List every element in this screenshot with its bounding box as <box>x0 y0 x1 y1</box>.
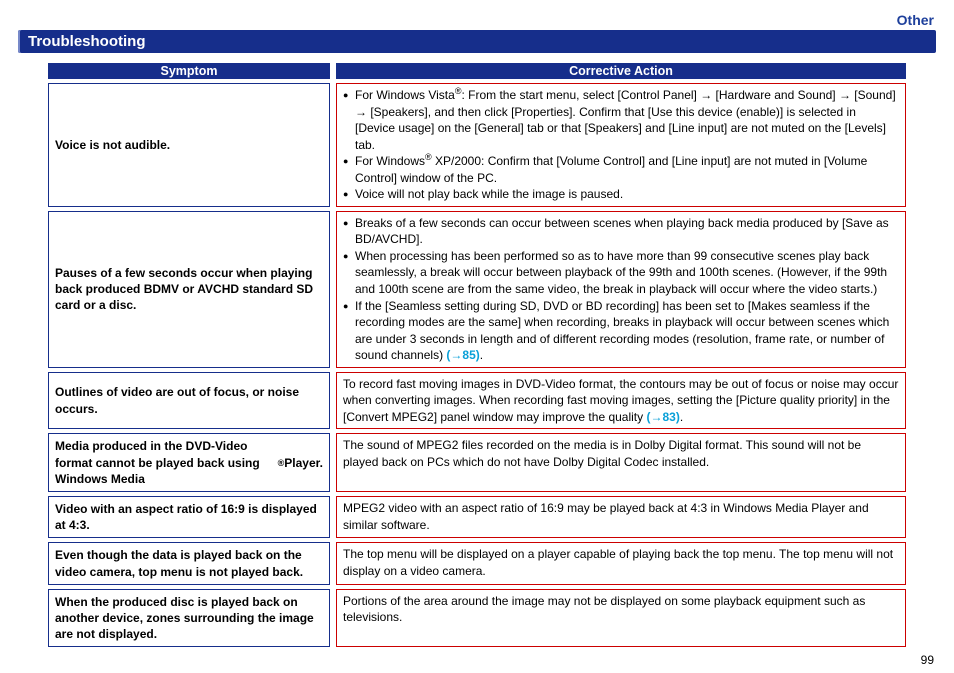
table-header-row: Symptom Corrective Action <box>48 63 906 79</box>
symptom-cell: Outlines of video are out of focus, or n… <box>48 372 330 430</box>
action-cell: The sound of MPEG2 files recorded on the… <box>336 433 906 492</box>
table-row: Media produced in the DVD-Video format c… <box>48 433 906 492</box>
table-row: Voice is not audible.For Windows Vista®:… <box>48 83 906 207</box>
action-cell: Breaks of a few seconds can occur betwee… <box>336 211 906 368</box>
action-cell: Portions of the area around the image ma… <box>336 589 906 648</box>
symptom-cell: Video with an aspect ratio of 16:9 is di… <box>48 496 330 538</box>
action-cell: The top menu will be displayed on a play… <box>336 542 906 584</box>
header-action: Corrective Action <box>336 63 906 79</box>
symptom-cell: Pauses of a few seconds occur when playi… <box>48 211 330 368</box>
table-row: Outlines of video are out of focus, or n… <box>48 372 906 430</box>
table-row: When the produced disc is played back on… <box>48 589 906 648</box>
symptom-cell: When the produced disc is played back on… <box>48 589 330 648</box>
troubleshooting-table: Symptom Corrective Action Voice is not a… <box>48 63 906 647</box>
page-number: 99 <box>921 653 934 667</box>
symptom-cell: Voice is not audible. <box>48 83 330 207</box>
section-label: Other <box>18 12 936 28</box>
action-cell: For Windows Vista®: From the start menu,… <box>336 83 906 207</box>
table-row: Even though the data is played back on t… <box>48 542 906 584</box>
symptom-cell: Even though the data is played back on t… <box>48 542 330 584</box>
table-body: Voice is not audible.For Windows Vista®:… <box>48 83 906 647</box>
title-bar: Troubleshooting <box>18 30 936 53</box>
action-cell: MPEG2 video with an aspect ratio of 16:9… <box>336 496 906 538</box>
table-row: Video with an aspect ratio of 16:9 is di… <box>48 496 906 538</box>
symptom-cell: Media produced in the DVD-Video format c… <box>48 433 330 492</box>
page: Other Troubleshooting Symptom Corrective… <box>0 0 954 673</box>
header-symptom: Symptom <box>48 63 330 79</box>
action-cell: To record fast moving images in DVD-Vide… <box>336 372 906 430</box>
table-row: Pauses of a few seconds occur when playi… <box>48 211 906 368</box>
